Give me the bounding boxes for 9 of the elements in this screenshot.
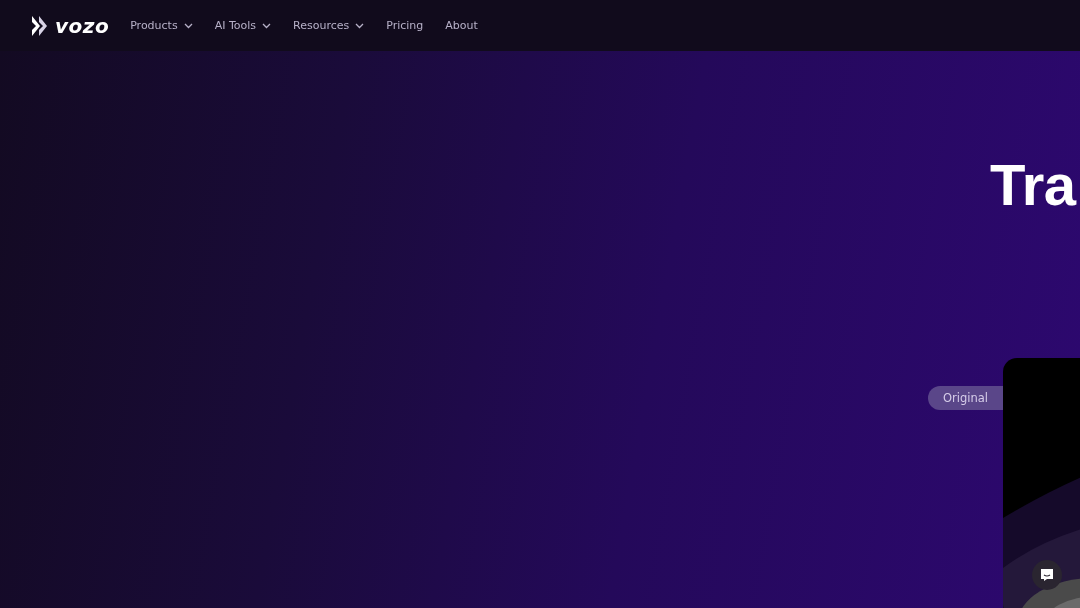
chat-icon bbox=[1040, 568, 1054, 582]
original-label: Original bbox=[928, 386, 1003, 410]
nav-link[interactable]: About bbox=[445, 19, 478, 32]
nav-link[interactable]: AI Tools bbox=[214, 19, 272, 32]
nav-link[interactable]: Pricing bbox=[386, 19, 424, 32]
hero-heading: Tra bbox=[990, 151, 1076, 218]
nav-link[interactable]: Products bbox=[130, 19, 193, 32]
nav-link[interactable]: Resources bbox=[293, 19, 365, 32]
logo-wordmark[interactable]: vozo bbox=[55, 13, 110, 38]
